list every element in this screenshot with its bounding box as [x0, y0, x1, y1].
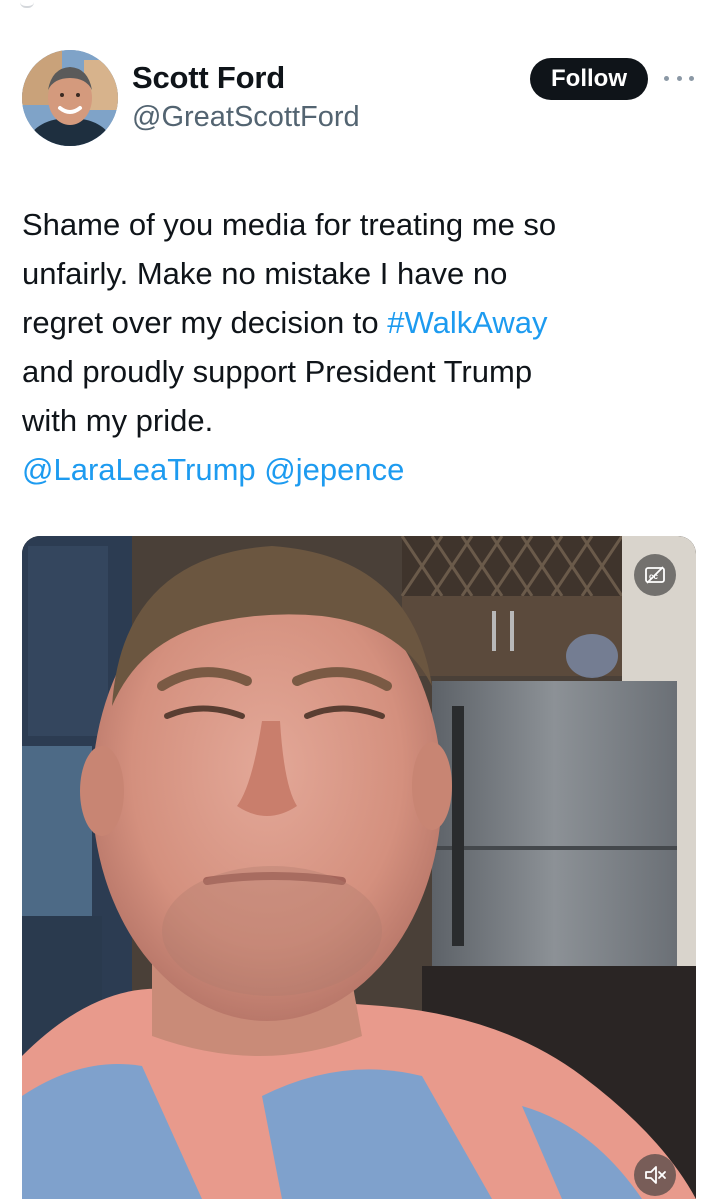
- tweet-line: Shame of you media for treating me so: [22, 200, 682, 249]
- tweet-line: unfairly. Make no mistake I have no: [22, 249, 682, 298]
- video-player[interactable]: cc: [22, 536, 696, 1199]
- tweet-text-segment: and proudly support President Trump: [22, 354, 533, 389]
- tweet-text: Shame of you media for treating me so un…: [22, 200, 682, 494]
- mention-link[interactable]: @jepence: [264, 452, 404, 487]
- tweet-header: Scott Ford @GreatScottFord Follow: [22, 50, 694, 150]
- speaker-muted-icon[interactable]: [634, 1154, 676, 1196]
- tweet-line: with my pride.: [22, 396, 682, 445]
- mentions-line: @LaraLeaTrump @jepence: [22, 445, 682, 494]
- tweet-line: regret over my decision to #WalkAway: [22, 298, 682, 347]
- cc-glyph: cc: [645, 566, 665, 584]
- video-frame: [22, 536, 696, 1199]
- author-block: Scott Ford @GreatScottFord: [132, 58, 360, 136]
- more-dot: [664, 75, 669, 81]
- author-handle[interactable]: @GreatScottFord: [132, 98, 360, 136]
- top-edge-mark: [20, 0, 34, 8]
- more-dot: [689, 75, 694, 81]
- tweet-text-segment: with my pride.: [22, 403, 214, 438]
- avatar-image: [22, 50, 118, 146]
- avatar[interactable]: [22, 50, 118, 146]
- more-dot: [676, 75, 682, 81]
- author-display-name[interactable]: Scott Ford: [132, 58, 360, 98]
- mention-link[interactable]: @LaraLeaTrump: [22, 452, 256, 487]
- hashtag-link[interactable]: #WalkAway: [387, 305, 547, 340]
- follow-button[interactable]: Follow: [530, 58, 648, 100]
- tweet-text-segment: unfairly. Make no mistake I have no: [22, 256, 508, 291]
- mute-glyph: [645, 1166, 666, 1184]
- more-options-icon[interactable]: [664, 66, 694, 90]
- tweet-text-segment: Shame of you media for treating me so: [22, 207, 557, 242]
- tweet-text-segment: regret over my decision to: [22, 305, 388, 340]
- closed-captions-off-icon[interactable]: cc: [634, 554, 676, 596]
- tweet-line: and proudly support President Trump: [22, 347, 682, 396]
